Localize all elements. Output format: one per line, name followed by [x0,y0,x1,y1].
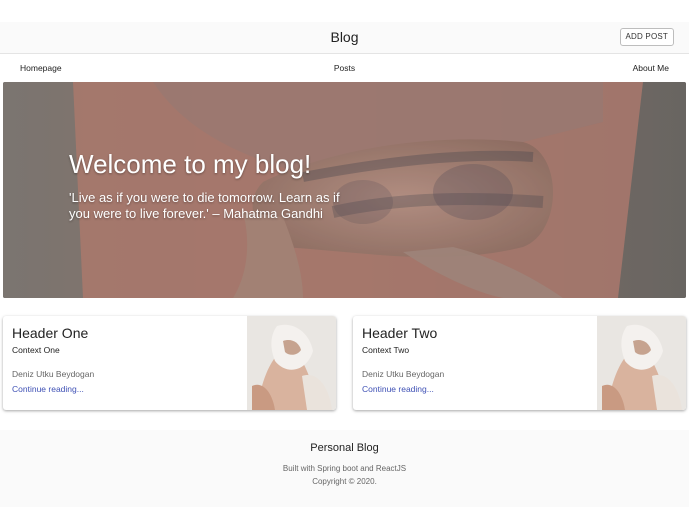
post-context: Context Two [362,345,410,355]
continue-reading-link[interactable]: Continue reading... [12,384,84,394]
footer-copyright: Copyright © 2020. [312,477,377,486]
footer-title: Personal Blog [310,442,379,454]
post-author: Deniz Utku Beydogan [362,369,445,379]
post-card[interactable]: Header Two Context Two Deniz Utku Beydog… [353,316,686,410]
add-post-button[interactable]: ADD POST [619,28,674,46]
nav-bar: Homepage Posts About Me [0,58,689,78]
continue-reading-link[interactable]: Continue reading... [362,384,434,394]
hero-title: Welcome to my blog! [69,149,312,179]
post-context: Context One [12,345,60,355]
post-title: Header Two [362,325,438,341]
post-author: Deniz Utku Beydogan [12,369,95,379]
footer-built-with: Built with Spring boot and ReactJS [282,464,407,473]
nav-about-link[interactable]: About Me [633,63,669,73]
hero-quote: 'Live as if you were to die tomorrow. Le… [69,190,340,221]
post-card[interactable]: Header One Context One Deniz Utku Beydog… [3,316,336,410]
post-thumbnail-image [247,316,336,410]
post-title: Header One [12,325,89,341]
post-thumbnail-image [597,316,686,410]
footer: Personal Blog Built with Spring boot and… [0,430,689,507]
hero-banner: Welcome to my blog! 'Live as if you were… [3,82,686,298]
app-bar: Blog ADD POST [0,22,689,54]
blog-title: Blog [330,29,359,45]
nav-posts-link[interactable]: Posts [0,63,689,73]
